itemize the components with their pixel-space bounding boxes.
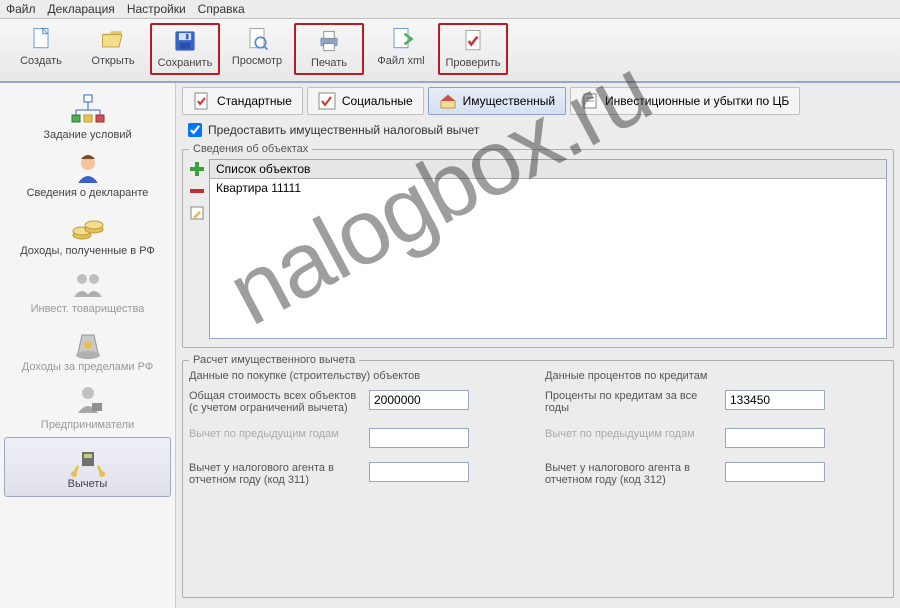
- sidebar-label-conditions: Задание условий: [43, 129, 131, 141]
- menubar: Файл Декларация Настройки Справка: [0, 0, 900, 19]
- check-button[interactable]: Проверить: [438, 23, 508, 75]
- sidebar-item-income-rf[interactable]: Доходы, полученные в РФ: [0, 205, 175, 263]
- object-list-header: Список объектов: [210, 160, 886, 179]
- tab-property-label: Имущественный: [463, 94, 555, 108]
- agent-312-input[interactable]: [725, 462, 825, 482]
- agent-312-label: Вычет у налогового агента в отчетном год…: [545, 462, 725, 486]
- open-button[interactable]: Открыть: [78, 23, 148, 75]
- interest-prev-input[interactable]: [725, 428, 825, 448]
- sidebar-label-invest-part: Инвест. товарищества: [31, 303, 145, 315]
- agent-311-label: Вычет у налогового агента в отчетном год…: [189, 462, 369, 486]
- deduction-tabs: Стандартные Социальные Имущественный Инв…: [182, 87, 894, 115]
- menu-settings[interactable]: Настройки: [127, 2, 186, 16]
- calc-purchase-title: Данные по покупке (строительству) объект…: [189, 370, 531, 382]
- sidebar-label-deductions: Вычеты: [68, 478, 108, 490]
- sidebar-label-declarant: Сведения о декларанте: [27, 187, 149, 199]
- calc-legend: Расчет имущественного вычета: [189, 354, 359, 366]
- menu-declaration[interactable]: Декларация: [48, 2, 115, 16]
- provide-deduction-label: Предоставить имущественный налоговый выч…: [208, 123, 479, 137]
- remove-icon[interactable]: [189, 183, 205, 199]
- provide-deduction-row: Предоставить имущественный налоговый выч…: [182, 121, 894, 143]
- partners-icon: [68, 267, 108, 303]
- preview-button[interactable]: Просмотр: [222, 23, 292, 75]
- printer-icon: [315, 27, 343, 55]
- calc-interest-column: Данные процентов по кредитам Проценты по…: [545, 370, 887, 500]
- checkbox-icon: [318, 92, 336, 110]
- tab-standard[interactable]: Стандартные: [182, 87, 303, 115]
- deductions-icon: [68, 442, 108, 478]
- interest-total-input[interactable]: [725, 390, 825, 410]
- object-row[interactable]: Квартира 11111: [210, 179, 886, 197]
- entrepreneur-icon: [68, 383, 108, 419]
- doc-check-icon: [193, 92, 211, 110]
- check-file-icon: [459, 27, 487, 55]
- menu-help[interactable]: Справка: [198, 2, 245, 16]
- prev-deduction-label: Вычет по предыдущим годам: [189, 428, 369, 440]
- edit-icon[interactable]: [189, 205, 205, 221]
- folder-open-icon: [99, 25, 127, 53]
- interest-prev-label: Вычет по предыдущим годам: [545, 428, 725, 440]
- sidebar-label-income-rf: Доходы, полученные в РФ: [20, 245, 155, 257]
- print-label: Печать: [311, 57, 347, 69]
- prev-deduction-input[interactable]: [369, 428, 469, 448]
- save-button[interactable]: Сохранить: [150, 23, 220, 75]
- sidebar-label-income-abroad: Доходы за пределами РФ: [22, 361, 153, 373]
- objects-groupbox: Сведения об объектах Список объектов Ква…: [182, 143, 894, 348]
- total-cost-label: Общая стоимость всех объектов (с учетом …: [189, 390, 369, 414]
- tab-property[interactable]: Имущественный: [428, 87, 566, 115]
- sidebar-item-entrepreneur[interactable]: Предприниматели: [0, 379, 175, 437]
- money-bag-icon: [68, 325, 108, 361]
- coins-icon: [68, 209, 108, 245]
- body: Задание условий Сведения о декларанте До…: [0, 83, 900, 608]
- doc-small-icon: [581, 92, 599, 110]
- menu-file[interactable]: Файл: [6, 2, 36, 16]
- calc-interest-title: Данные процентов по кредитам: [545, 370, 887, 382]
- person-icon: [68, 151, 108, 187]
- calc-groupbox: Расчет имущественного вычета Данные по п…: [182, 354, 894, 598]
- preview-label: Просмотр: [232, 55, 282, 67]
- add-icon[interactable]: [189, 161, 205, 177]
- preview-icon: [243, 25, 271, 53]
- tab-invest-label: Инвестиционные и убытки по ЦБ: [605, 94, 789, 108]
- tab-standard-label: Стандартные: [217, 94, 292, 108]
- create-label: Создать: [20, 55, 62, 67]
- sidebar: Задание условий Сведения о декларанте До…: [0, 83, 176, 608]
- house-icon: [439, 92, 457, 110]
- main-panel: Стандартные Социальные Имущественный Инв…: [176, 83, 900, 608]
- tab-invest[interactable]: Инвестиционные и убытки по ЦБ: [570, 87, 800, 115]
- sidebar-label-entrepreneur: Предприниматели: [41, 419, 134, 431]
- agent-311-input[interactable]: [369, 462, 469, 482]
- xml-label: Файл xml: [377, 55, 424, 67]
- print-button[interactable]: Печать: [294, 23, 364, 75]
- check-label: Проверить: [445, 57, 500, 69]
- total-cost-input[interactable]: [369, 390, 469, 410]
- tab-social-label: Социальные: [342, 94, 413, 108]
- sidebar-item-income-abroad[interactable]: Доходы за пределами РФ: [0, 321, 175, 379]
- save-label: Сохранить: [158, 57, 213, 69]
- sidebar-item-deductions[interactable]: Вычеты: [4, 437, 171, 497]
- new-file-icon: [27, 25, 55, 53]
- object-list-tools: [189, 159, 205, 339]
- object-list[interactable]: Список объектов Квартира 11111: [209, 159, 887, 339]
- floppy-save-icon: [171, 27, 199, 55]
- interest-total-label: Проценты по кредитам за все годы: [545, 390, 725, 414]
- sidebar-item-conditions[interactable]: Задание условий: [0, 89, 175, 147]
- sidebar-item-invest-part[interactable]: Инвест. товарищества: [0, 263, 175, 321]
- objects-legend: Сведения об объектах: [189, 143, 312, 155]
- sidebar-item-declarant[interactable]: Сведения о декларанте: [0, 147, 175, 205]
- xml-file-icon: [387, 25, 415, 53]
- toolbar: Создать Открыть Сохранить Просмотр Печат…: [0, 19, 900, 83]
- tab-social[interactable]: Социальные: [307, 87, 424, 115]
- provide-deduction-checkbox[interactable]: [188, 123, 202, 137]
- calc-purchase-column: Данные по покупке (строительству) объект…: [189, 370, 531, 500]
- create-button[interactable]: Создать: [6, 23, 76, 75]
- xml-button[interactable]: Файл xml: [366, 23, 436, 75]
- tree-icon: [68, 93, 108, 129]
- open-label: Открыть: [91, 55, 134, 67]
